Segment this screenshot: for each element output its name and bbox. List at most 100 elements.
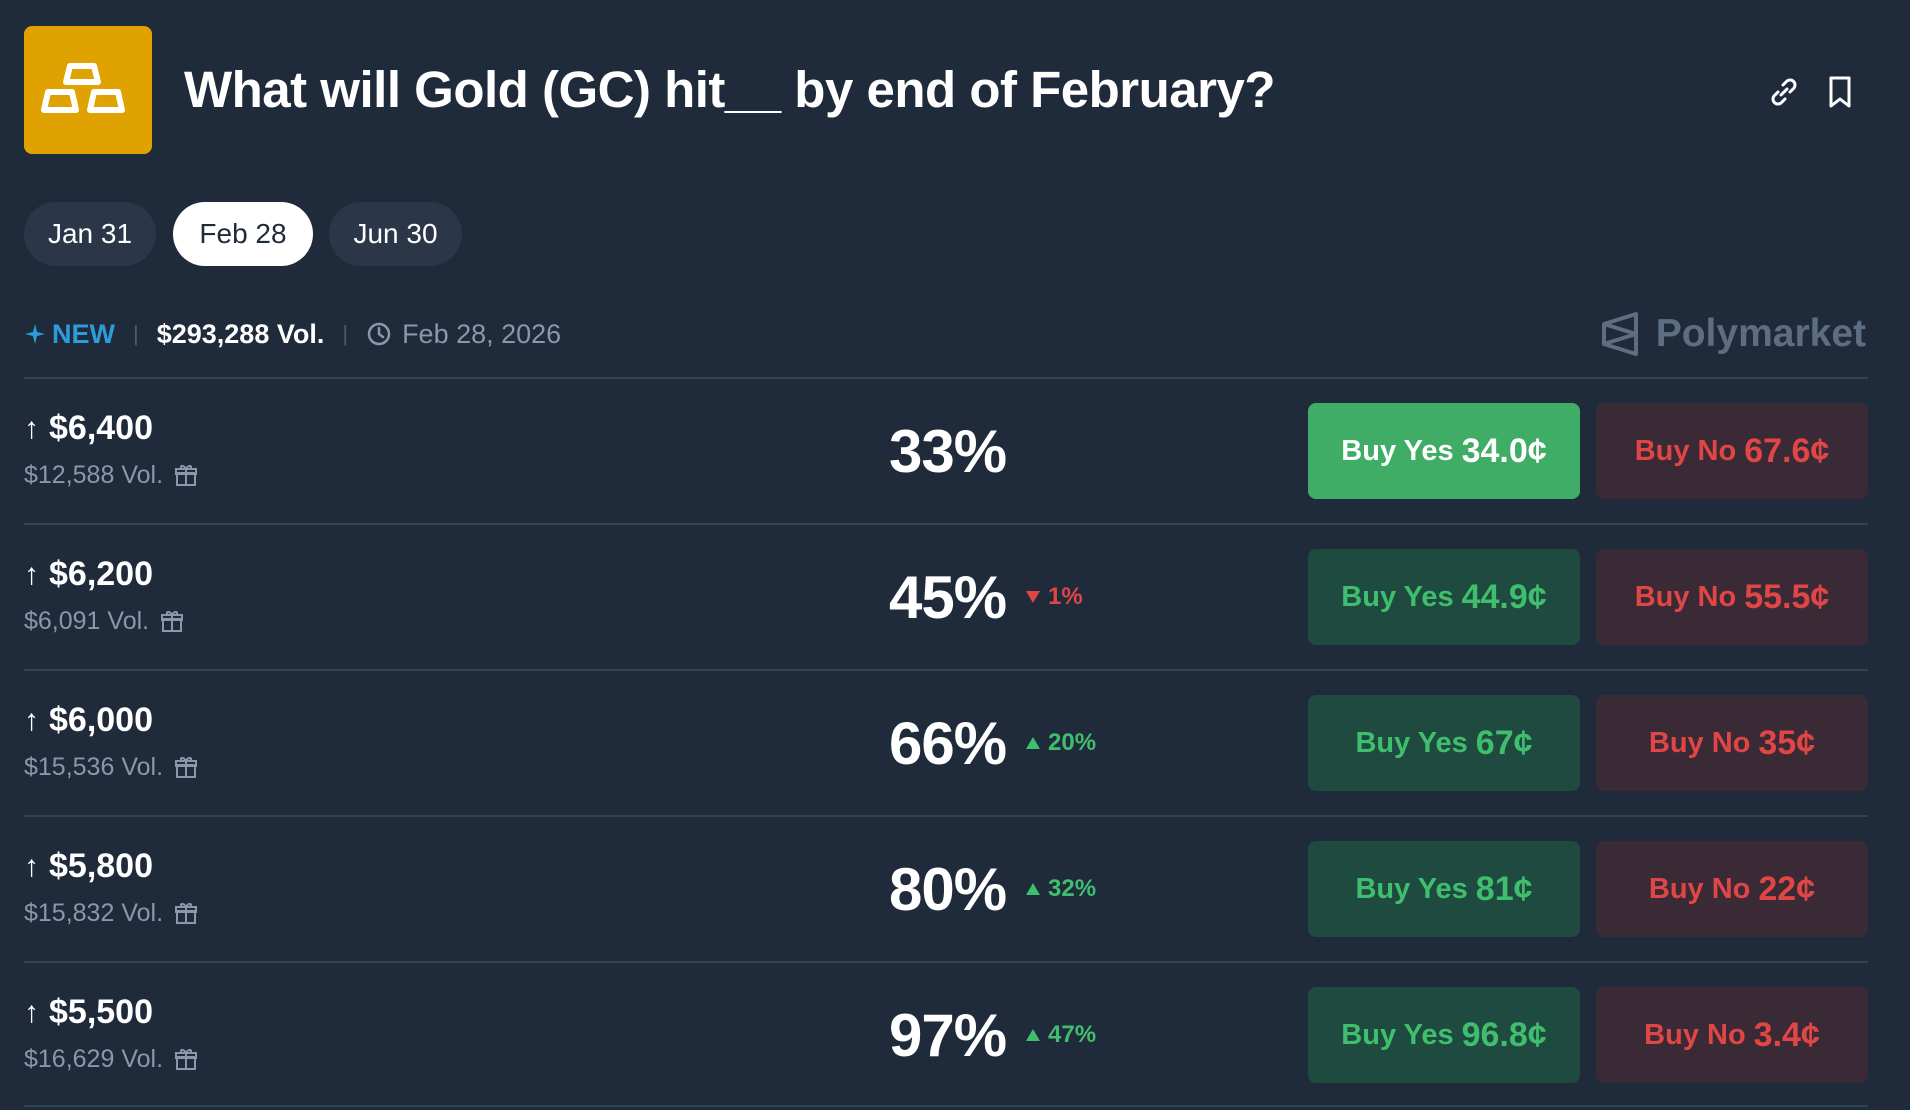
change-indicator: 47% — [1024, 1021, 1096, 1049]
divider: | — [133, 321, 139, 346]
buy-no-label: Buy No — [1634, 434, 1737, 467]
buy-no-label: Buy No — [1634, 580, 1737, 613]
gift-icon[interactable] — [173, 755, 199, 781]
new-badge: NEW — [24, 319, 115, 350]
strike-price: ↑ $6,400 — [24, 409, 153, 448]
change-indicator: 20% — [1024, 729, 1096, 757]
buy-no-button[interactable]: Buy No 3.4¢ — [1596, 987, 1868, 1083]
strike-price: ↑ $5,500 — [24, 993, 153, 1032]
arrow-up-icon: ↑ — [24, 849, 39, 883]
market-volume: $6,091 Vol. — [24, 607, 185, 636]
market-volume-text: $16,629 Vol. — [24, 1045, 164, 1073]
buy-yes-button[interactable]: Buy Yes 96.8¢ — [1308, 987, 1580, 1083]
divider: | — [342, 321, 349, 346]
chance-percent: 45% — [889, 564, 1007, 631]
market-volume-text: $12,588 Vol. — [24, 461, 164, 489]
arrow-up-icon: ↑ — [24, 703, 39, 737]
change-value: 20% — [1048, 729, 1097, 756]
polymarket-icon — [1601, 312, 1638, 356]
strike-value: $5,500 — [49, 993, 153, 1031]
buy-no-price: 22¢ — [1758, 869, 1816, 908]
market-volume-text: $6,091 Vol. — [24, 607, 150, 635]
bookmark-icon[interactable] — [1820, 72, 1860, 112]
market-row[interactable]: ↑ $5,500 $16,629 Vol. 97% 47% Buy Yes 96… — [24, 961, 1868, 1107]
buy-no-price: 67.6¢ — [1744, 431, 1830, 470]
buy-yes-button[interactable]: Buy Yes 67¢ — [1308, 695, 1580, 791]
buy-yes-price: 96.8¢ — [1461, 1015, 1547, 1054]
total-volume: $293,288 Vol. — [156, 318, 325, 349]
buy-yes-button[interactable]: Buy Yes 81¢ — [1308, 841, 1580, 937]
polymarket-logo: Polymarket — [1598, 306, 1866, 362]
strike-value: $5,800 — [49, 847, 153, 885]
link-icon[interactable] — [1764, 72, 1804, 112]
gift-icon[interactable] — [173, 901, 199, 927]
buy-no-price: 35¢ — [1758, 723, 1816, 762]
market-volume: $15,832 Vol. — [24, 899, 199, 928]
market-list: ↑ $6,400 $12,588 Vol. 33% Buy Yes 34.0¢ … — [24, 377, 1868, 1107]
gift-icon[interactable] — [173, 463, 199, 489]
buy-no-button[interactable]: Buy No 22¢ — [1596, 841, 1868, 937]
market-row[interactable]: ↑ $6,400 $12,588 Vol. 33% Buy Yes 34.0¢ … — [24, 377, 1868, 523]
market-page: What will Gold (GC) hit__ by end of Febr… — [0, 0, 1910, 1110]
buy-no-button[interactable]: Buy No 35¢ — [1596, 695, 1868, 791]
market-row[interactable]: ↑ $6,200 $6,091 Vol. 45% 1% Buy Yes 44.9… — [24, 523, 1868, 669]
sparkle-icon — [25, 324, 45, 344]
triangle-up-icon — [1026, 883, 1040, 895]
tab-jan-31[interactable]: Jan 31 — [24, 202, 156, 266]
chance-percent: 33% — [889, 418, 1007, 485]
buy-no-label: Buy No — [1648, 726, 1751, 759]
buy-no-label: Buy No — [1644, 1018, 1746, 1051]
end-date: Feb 28, 2026 — [366, 319, 561, 350]
strike-value: $6,400 — [49, 409, 153, 447]
end-date-text: Feb 28, 2026 — [402, 318, 562, 349]
strike-value: $6,000 — [49, 701, 153, 739]
gift-icon[interactable] — [173, 1047, 199, 1073]
arrow-up-icon: ↑ — [24, 995, 39, 1029]
tab-feb-28[interactable]: Feb 28 — [173, 202, 313, 266]
chance-percent: 80% — [889, 856, 1007, 923]
market-volume: $16,629 Vol. — [24, 1045, 199, 1074]
page-title: What will Gold (GC) hit__ by end of Febr… — [184, 61, 1276, 118]
buy-yes-label: Buy Yes — [1341, 580, 1454, 613]
buy-yes-price: 81¢ — [1475, 869, 1533, 908]
market-volume-text: $15,536 Vol. — [24, 753, 164, 781]
market-meta: NEW | $293,288 Vol. | Feb 28, 2026 — [24, 316, 561, 352]
buy-yes-label: Buy Yes — [1341, 1018, 1454, 1051]
buy-yes-label: Buy Yes — [1355, 872, 1468, 905]
market-row[interactable]: ↑ $6,000 $15,536 Vol. 66% 20% Buy Yes 67… — [24, 669, 1868, 815]
buy-no-button[interactable]: Buy No 55.5¢ — [1596, 549, 1868, 645]
market-volume: $12,588 Vol. — [24, 461, 199, 490]
buy-yes-button[interactable]: Buy Yes 44.9¢ — [1308, 549, 1580, 645]
strike-price: ↑ $6,000 — [24, 701, 153, 740]
change-value: 1% — [1048, 583, 1083, 610]
strike-value: $6,200 — [49, 555, 153, 593]
buy-no-label: Buy No — [1648, 872, 1751, 905]
buy-no-price: 55.5¢ — [1744, 577, 1830, 616]
triangle-up-icon — [1026, 737, 1040, 749]
buy-no-price: 3.4¢ — [1753, 1015, 1820, 1054]
buy-yes-button[interactable]: Buy Yes 34.0¢ — [1308, 403, 1580, 499]
market-row[interactable]: ↑ $5,800 $15,832 Vol. 80% 32% Buy Yes 81… — [24, 815, 1868, 961]
strike-price: ↑ $5,800 — [24, 847, 153, 886]
gift-icon[interactable] — [159, 609, 185, 635]
change-value: 32% — [1048, 875, 1097, 902]
market-volume: $15,536 Vol. — [24, 753, 199, 782]
triangle-down-icon — [1026, 591, 1040, 603]
tab-jun-30[interactable]: Jun 30 — [329, 202, 462, 266]
buy-yes-label: Buy Yes — [1355, 726, 1468, 759]
buy-yes-price: 67¢ — [1475, 723, 1533, 762]
arrow-up-icon: ↑ — [24, 411, 39, 445]
brand-name: Polymarket — [1655, 312, 1866, 355]
strike-price: ↑ $6,200 — [24, 555, 153, 594]
arrow-up-icon: ↑ — [24, 557, 39, 591]
chance-percent: 66% — [889, 710, 1007, 777]
buy-no-button[interactable]: Buy No 67.6¢ — [1596, 403, 1868, 499]
chance-percent: 97% — [889, 1002, 1007, 1069]
market-header: What will Gold (GC) hit__ by end of Febr… — [24, 26, 1886, 154]
buy-yes-label: Buy Yes — [1341, 434, 1454, 467]
change-indicator: 1% — [1024, 583, 1083, 611]
gold-bars-icon — [24, 26, 152, 154]
new-label: NEW — [52, 318, 115, 349]
market-volume-text: $15,832 Vol. — [24, 899, 164, 927]
buy-yes-price: 34.0¢ — [1461, 431, 1547, 470]
